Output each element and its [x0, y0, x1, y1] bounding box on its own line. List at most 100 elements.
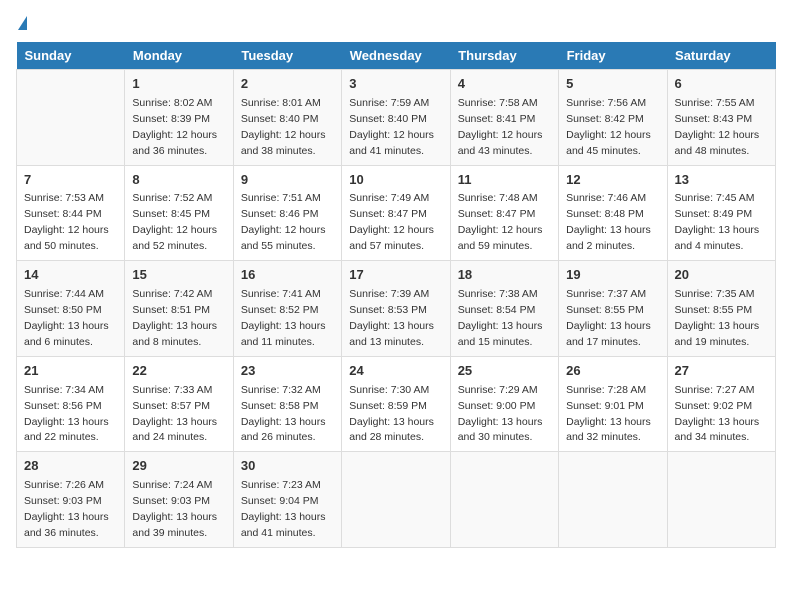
- calendar-cell: 27Sunrise: 7:27 AM Sunset: 9:02 PM Dayli…: [667, 356, 775, 452]
- cell-info: Sunrise: 7:55 AM Sunset: 8:43 PM Dayligh…: [675, 97, 760, 157]
- calendar-cell: [450, 452, 558, 548]
- calendar-cell: 28 Sunrise: 7:26 AM Sunset: 9:03 PM Dayli…: [17, 452, 125, 548]
- logo-triangle-icon: [18, 16, 27, 30]
- day-number: 11: [458, 171, 551, 190]
- cell-info: Sunrise: 7:48 AM Sunset: 8:47 PM Dayligh…: [458, 192, 543, 252]
- day-number: 12: [566, 171, 659, 190]
- calendar-cell: 9 Sunrise: 7:51 AM Sunset: 8:46 PM Daylig…: [233, 165, 341, 261]
- cell-info: Sunrise: 7:29 AM Sunset: 9:00 PM Dayligh…: [458, 384, 543, 444]
- cell-info: Sunrise: 7:33 AM Sunset: 8:57 PM Dayligh…: [132, 384, 217, 444]
- cell-info: Sunrise: 7:28 AM Sunset: 9:01 PM Dayligh…: [566, 384, 651, 444]
- calendar-cell: 17 Sunrise: 7:39 AM Sunset: 8:53 PM Dayli…: [342, 261, 450, 357]
- cell-info: Sunrise: 7:44 AM Sunset: 8:50 PM Dayligh…: [24, 288, 109, 348]
- calendar-cell: 5 Sunrise: 7:56 AM Sunset: 8:42 PM Daylig…: [559, 70, 667, 166]
- calendar-cell: 21Sunrise: 7:34 AM Sunset: 8:56 PM Dayli…: [17, 356, 125, 452]
- day-number: 14: [24, 266, 117, 285]
- cell-info: Sunrise: 7:26 AM Sunset: 9:03 PM Dayligh…: [24, 479, 109, 539]
- calendar-week-row: 7 Sunrise: 7:53 AM Sunset: 8:44 PM Daylig…: [17, 165, 776, 261]
- calendar-cell: 25 Sunrise: 7:29 AM Sunset: 9:00 PM Dayli…: [450, 356, 558, 452]
- calendar-cell: 18 Sunrise: 7:38 AM Sunset: 8:54 PM Dayli…: [450, 261, 558, 357]
- day-number: 22: [132, 362, 225, 381]
- calendar-table: SundayMondayTuesdayWednesdayThursdayFrid…: [16, 42, 776, 548]
- calendar-cell: 15 Sunrise: 7:42 AM Sunset: 8:51 PM Dayli…: [125, 261, 233, 357]
- day-number: 29: [132, 457, 225, 476]
- day-number: 10: [349, 171, 442, 190]
- calendar-header-row: SundayMondayTuesdayWednesdayThursdayFrid…: [17, 42, 776, 70]
- cell-info: Sunrise: 7:45 AM Sunset: 8:49 PM Dayligh…: [675, 192, 760, 252]
- calendar-cell: 2Sunrise: 8:01 AM Sunset: 8:40 PM Daylig…: [233, 70, 341, 166]
- cell-info: Sunrise: 7:53 AM Sunset: 8:44 PM Dayligh…: [24, 192, 109, 252]
- day-number: 17: [349, 266, 442, 285]
- calendar-cell: 19Sunrise: 7:37 AM Sunset: 8:55 PM Dayli…: [559, 261, 667, 357]
- day-number: 24: [349, 362, 442, 381]
- day-number: 25: [458, 362, 551, 381]
- calendar-cell: 10 Sunrise: 7:49 AM Sunset: 8:47 PM Dayli…: [342, 165, 450, 261]
- cell-info: Sunrise: 7:41 AM Sunset: 8:52 PM Dayligh…: [241, 288, 326, 348]
- day-number: 1: [132, 75, 225, 94]
- calendar-cell: 12 Sunrise: 7:46 AM Sunset: 8:48 PM Dayli…: [559, 165, 667, 261]
- calendar-cell: 29 Sunrise: 7:24 AM Sunset: 9:03 PM Dayli…: [125, 452, 233, 548]
- calendar-cell: 14 Sunrise: 7:44 AM Sunset: 8:50 PM Dayli…: [17, 261, 125, 357]
- header-day-wednesday: Wednesday: [342, 42, 450, 70]
- day-number: 15: [132, 266, 225, 285]
- day-number: 19: [566, 266, 659, 285]
- calendar-cell: 3 Sunrise: 7:59 AM Sunset: 8:40 PM Daylig…: [342, 70, 450, 166]
- calendar-cell: [17, 70, 125, 166]
- logo: [16, 16, 27, 30]
- cell-info: Sunrise: 7:56 AM Sunset: 8:42 PM Dayligh…: [566, 97, 651, 157]
- day-number: 2: [241, 75, 334, 94]
- day-number: 5: [566, 75, 659, 94]
- calendar-week-row: 28 Sunrise: 7:26 AM Sunset: 9:03 PM Dayli…: [17, 452, 776, 548]
- calendar-cell: 30Sunrise: 7:23 AM Sunset: 9:04 PM Dayli…: [233, 452, 341, 548]
- calendar-cell: 8 Sunrise: 7:52 AM Sunset: 8:45 PM Daylig…: [125, 165, 233, 261]
- cell-info: Sunrise: 8:02 AM Sunset: 8:39 PM Dayligh…: [132, 97, 217, 157]
- cell-info: Sunrise: 7:51 AM Sunset: 8:46 PM Dayligh…: [241, 192, 326, 252]
- day-number: 26: [566, 362, 659, 381]
- calendar-cell: [559, 452, 667, 548]
- cell-info: Sunrise: 7:38 AM Sunset: 8:54 PM Dayligh…: [458, 288, 543, 348]
- cell-info: Sunrise: 7:24 AM Sunset: 9:03 PM Dayligh…: [132, 479, 217, 539]
- header-day-sunday: Sunday: [17, 42, 125, 70]
- cell-info: Sunrise: 7:39 AM Sunset: 8:53 PM Dayligh…: [349, 288, 434, 348]
- day-number: 4: [458, 75, 551, 94]
- calendar-cell: [667, 452, 775, 548]
- cell-info: Sunrise: 7:23 AM Sunset: 9:04 PM Dayligh…: [241, 479, 326, 539]
- calendar-cell: 26 Sunrise: 7:28 AM Sunset: 9:01 PM Dayli…: [559, 356, 667, 452]
- cell-info: Sunrise: 7:59 AM Sunset: 8:40 PM Dayligh…: [349, 97, 434, 157]
- cell-info: Sunrise: 7:46 AM Sunset: 8:48 PM Dayligh…: [566, 192, 651, 252]
- cell-info: Sunrise: 7:58 AM Sunset: 8:41 PM Dayligh…: [458, 97, 543, 157]
- calendar-cell: 6 Sunrise: 7:55 AM Sunset: 8:43 PM Daylig…: [667, 70, 775, 166]
- header: [16, 16, 776, 30]
- cell-info: Sunrise: 7:49 AM Sunset: 8:47 PM Dayligh…: [349, 192, 434, 252]
- cell-info: Sunrise: 7:27 AM Sunset: 9:02 PM Dayligh…: [675, 384, 760, 444]
- cell-info: Sunrise: 7:42 AM Sunset: 8:51 PM Dayligh…: [132, 288, 217, 348]
- header-day-friday: Friday: [559, 42, 667, 70]
- day-number: 9: [241, 171, 334, 190]
- cell-info: Sunrise: 7:35 AM Sunset: 8:55 PM Dayligh…: [675, 288, 760, 348]
- calendar-cell: 22 Sunrise: 7:33 AM Sunset: 8:57 PM Dayli…: [125, 356, 233, 452]
- day-number: 3: [349, 75, 442, 94]
- cell-info: Sunrise: 7:32 AM Sunset: 8:58 PM Dayligh…: [241, 384, 326, 444]
- day-number: 7: [24, 171, 117, 190]
- calendar-cell: 20 Sunrise: 7:35 AM Sunset: 8:55 PM Dayli…: [667, 261, 775, 357]
- cell-info: Sunrise: 7:52 AM Sunset: 8:45 PM Dayligh…: [132, 192, 217, 252]
- day-number: 18: [458, 266, 551, 285]
- day-number: 21: [24, 362, 117, 381]
- day-number: 8: [132, 171, 225, 190]
- day-number: 16: [241, 266, 334, 285]
- day-number: 20: [675, 266, 768, 285]
- calendar-week-row: 14 Sunrise: 7:44 AM Sunset: 8:50 PM Dayli…: [17, 261, 776, 357]
- header-day-thursday: Thursday: [450, 42, 558, 70]
- day-number: 6: [675, 75, 768, 94]
- calendar-cell: 16 Sunrise: 7:41 AM Sunset: 8:52 PM Dayli…: [233, 261, 341, 357]
- header-day-tuesday: Tuesday: [233, 42, 341, 70]
- calendar-cell: 1 Sunrise: 8:02 AM Sunset: 8:39 PM Daylig…: [125, 70, 233, 166]
- calendar-cell: 23 Sunrise: 7:32 AM Sunset: 8:58 PM Dayli…: [233, 356, 341, 452]
- calendar-cell: 4 Sunrise: 7:58 AM Sunset: 8:41 PM Daylig…: [450, 70, 558, 166]
- day-number: 28: [24, 457, 117, 476]
- day-number: 23: [241, 362, 334, 381]
- calendar-cell: [342, 452, 450, 548]
- header-day-monday: Monday: [125, 42, 233, 70]
- cell-info: Sunrise: 7:30 AM Sunset: 8:59 PM Dayligh…: [349, 384, 434, 444]
- calendar-week-row: 1 Sunrise: 8:02 AM Sunset: 8:39 PM Daylig…: [17, 70, 776, 166]
